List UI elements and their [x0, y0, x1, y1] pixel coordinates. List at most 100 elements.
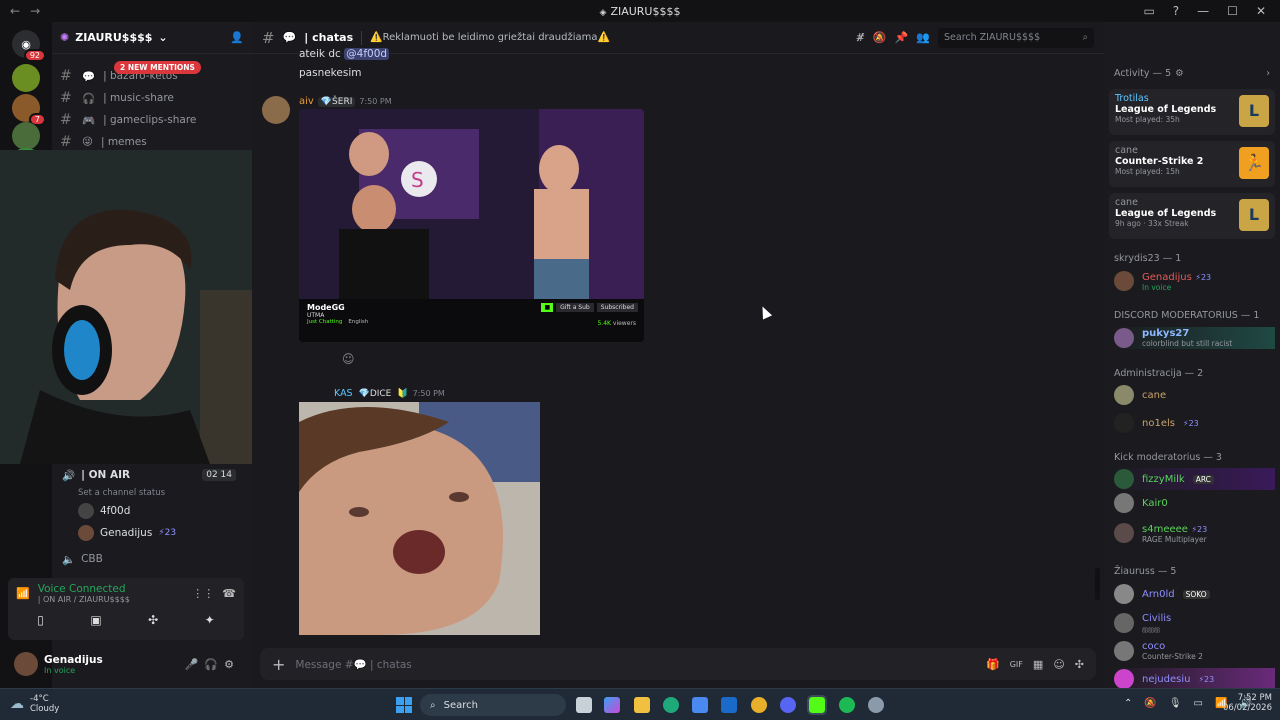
user-mention[interactable]: @4f00d [344, 48, 390, 60]
selfie-image[interactable] [299, 402, 540, 635]
speaker-icon: 🔊 [62, 469, 76, 482]
member-item[interactable]: Kair0 [1114, 492, 1168, 514]
add-reaction-icon[interactable]: ☺ [342, 352, 355, 366]
apps-icon[interactable]: ✣ [1075, 658, 1084, 671]
voice-channel-name: | ON AIR [81, 469, 131, 481]
member-item[interactable]: no1els ⚡23 [1114, 412, 1199, 434]
discord-taskbar-icon[interactable] [780, 697, 796, 713]
member-sidebar: Activity — 5 ⚙ › Trotilas League of Lege… [1104, 22, 1280, 690]
voice-connected-label[interactable]: Voice Connected [38, 583, 130, 595]
display-icon[interactable]: ▭ [1194, 698, 1203, 709]
clock[interactable]: 7:52 PM 06/02/2026 [1223, 693, 1272, 713]
search-icon: ⌕ [1082, 32, 1088, 43]
file-explorer-icon[interactable] [634, 697, 650, 713]
avatar[interactable] [14, 652, 38, 676]
message-header: aiv 💎ŠERI 7:50 PM [299, 96, 392, 107]
copilot-icon[interactable] [604, 697, 620, 713]
maximize-button[interactable]: ☐ [1227, 4, 1238, 18]
kick-icon[interactable] [807, 695, 827, 715]
close-button[interactable]: ✕ [1256, 4, 1266, 18]
notification-muted-icon[interactable]: 🔕 [1144, 698, 1156, 709]
member-item[interactable]: Arn0ld SOKO [1114, 583, 1210, 605]
headphones-icon[interactable]: 🎧 [204, 658, 218, 671]
soundboard-icon[interactable]: ✦ [205, 613, 215, 627]
help-icon[interactable]: ? [1173, 4, 1179, 18]
camera-off-icon[interactable]: ▯ [37, 613, 44, 627]
store-icon[interactable] [692, 697, 708, 713]
message-input[interactable]: Message #💬 | chatas [295, 658, 411, 671]
microphone-icon[interactable]: 🎙 [1169, 698, 1182, 709]
search-input[interactable]: Search ZIAURU$$$$ ⌕ [938, 27, 1094, 48]
member-item[interactable]: s4meeee ⚡23 RAGE Multiplayer [1114, 522, 1207, 544]
notification-bell-icon[interactable]: 🔕 [873, 31, 887, 44]
task-view-icon[interactable] [576, 697, 592, 713]
spotify-icon[interactable] [839, 697, 855, 713]
direct-messages-icon[interactable]: ◉ 92 [12, 30, 46, 62]
pin-icon[interactable]: 📌 [895, 31, 909, 44]
scrollbar[interactable] [1095, 568, 1100, 600]
voice-channel-item[interactable]: 🔈 CBB [52, 548, 252, 570]
edge-icon[interactable] [663, 697, 679, 713]
microphone-icon[interactable]: 🎤 [185, 658, 199, 671]
activity-card[interactable]: cane League of Legends 9h ago · 33x Stre… [1109, 193, 1275, 239]
voice-connected-location[interactable]: | ON AIR / ZIAURU$$$$ [38, 595, 130, 604]
channel-topic[interactable]: ⚠️Reklamuoti be leidimo griežtai draudži… [370, 32, 610, 43]
gift-sub-button[interactable]: Gift a Sub [556, 303, 594, 312]
activities-icon[interactable]: ✣ [148, 613, 158, 627]
voice-channel-item[interactable]: 🔊 | ON AIR 02 14 [52, 464, 252, 486]
gif-icon[interactable]: GIF [1010, 660, 1023, 669]
activity-card[interactable]: cane Counter-Strike 2 Most played: 15h 🏃 [1109, 141, 1275, 187]
start-button-icon[interactable] [396, 697, 412, 713]
member-item[interactable]: Civilis ஐஐஐ [1114, 612, 1171, 634]
server-icon[interactable] [12, 122, 40, 150]
emoji-icon[interactable]: ☺ [1053, 658, 1064, 671]
minimize-button[interactable]: — [1197, 4, 1209, 18]
settings-gear-icon[interactable]: ⚙ [224, 658, 234, 671]
member-item[interactable]: pukys27 colorblind but still racist [1114, 327, 1275, 349]
chevron-up-icon[interactable]: ⌃ [1124, 698, 1132, 709]
outlook-icon[interactable] [721, 697, 737, 713]
message-composer[interactable]: + Message #💬 | chatas 🎁 GIF ▦ ☺ ✣ [260, 648, 1096, 680]
voice-member[interactable]: Genadijus ⚡23 [52, 522, 252, 544]
taskbar-search[interactable]: ⌕ Search [420, 694, 566, 716]
server-icon[interactable] [12, 64, 40, 92]
forward-arrow-icon[interactable]: → [30, 4, 40, 18]
add-attachment-icon[interactable]: + [272, 655, 285, 674]
channel-item[interactable]: # 😜 | memes [60, 132, 244, 152]
avatar[interactable] [262, 96, 290, 124]
settings-gear-icon[interactable] [868, 697, 884, 713]
kick-stream-embed[interactable]: S ModeGG UTMA Just Chatting English ■ Gi… [299, 109, 644, 342]
add-member-icon[interactable]: 👤 [230, 31, 244, 44]
weather-widget[interactable]: ☁ -4°C Cloudy [10, 694, 59, 714]
noise-suppression-icon[interactable]: ⋮⋮ [192, 587, 214, 600]
member-item[interactable]: fizzyMilk ARC [1114, 468, 1275, 490]
channel-item[interactable]: # 🎧 | music-share [60, 88, 244, 108]
message-author[interactable]: KAS [334, 388, 353, 399]
activity-card[interactable]: Trotilas League of Legends Most played: … [1109, 89, 1275, 135]
voice-member[interactable]: 4f00d [52, 500, 252, 522]
sticker-icon[interactable]: ▦ [1033, 658, 1043, 671]
chevron-right-icon[interactable]: › [1266, 68, 1270, 79]
activity-header: Activity — 5 [1114, 68, 1172, 79]
chrome-icon[interactable] [751, 697, 767, 713]
subscribed-button[interactable]: Subscribed [596, 303, 638, 312]
inbox-icon[interactable]: ▭ [1143, 4, 1154, 18]
member-item[interactable]: nejudesiu ⚡23 [1114, 668, 1275, 690]
disconnect-icon[interactable]: ☎ [222, 587, 236, 600]
username[interactable]: Genadijus [44, 654, 103, 666]
member-item[interactable]: cane [1114, 384, 1166, 406]
gift-icon[interactable]: 🎁 [986, 658, 1000, 671]
channel-item[interactable]: # 🎮 | gameclips-share [60, 110, 244, 130]
member-item[interactable]: Genadijus ⚡23 In voice [1114, 270, 1211, 292]
screen-share-icon[interactable]: ▣ [90, 613, 101, 627]
channel-status[interactable]: Set a channel status [52, 486, 252, 500]
new-mentions-badge[interactable]: 2 NEW MENTIONS [114, 61, 201, 74]
settings-gear-icon[interactable]: ⚙ [1175, 68, 1184, 79]
server-header[interactable]: ✺ ZIAURU$$$$ ⌄ 👤 [52, 22, 252, 54]
threads-icon[interactable]: #̸ [856, 31, 865, 44]
back-arrow-icon[interactable]: ← [10, 4, 20, 18]
member-item[interactable]: coco Counter-Strike 2 [1114, 640, 1203, 662]
server-icon[interactable]: 7 [12, 94, 46, 126]
member-list-icon[interactable]: 👥 [916, 31, 930, 44]
message-author[interactable]: aiv [299, 96, 314, 107]
